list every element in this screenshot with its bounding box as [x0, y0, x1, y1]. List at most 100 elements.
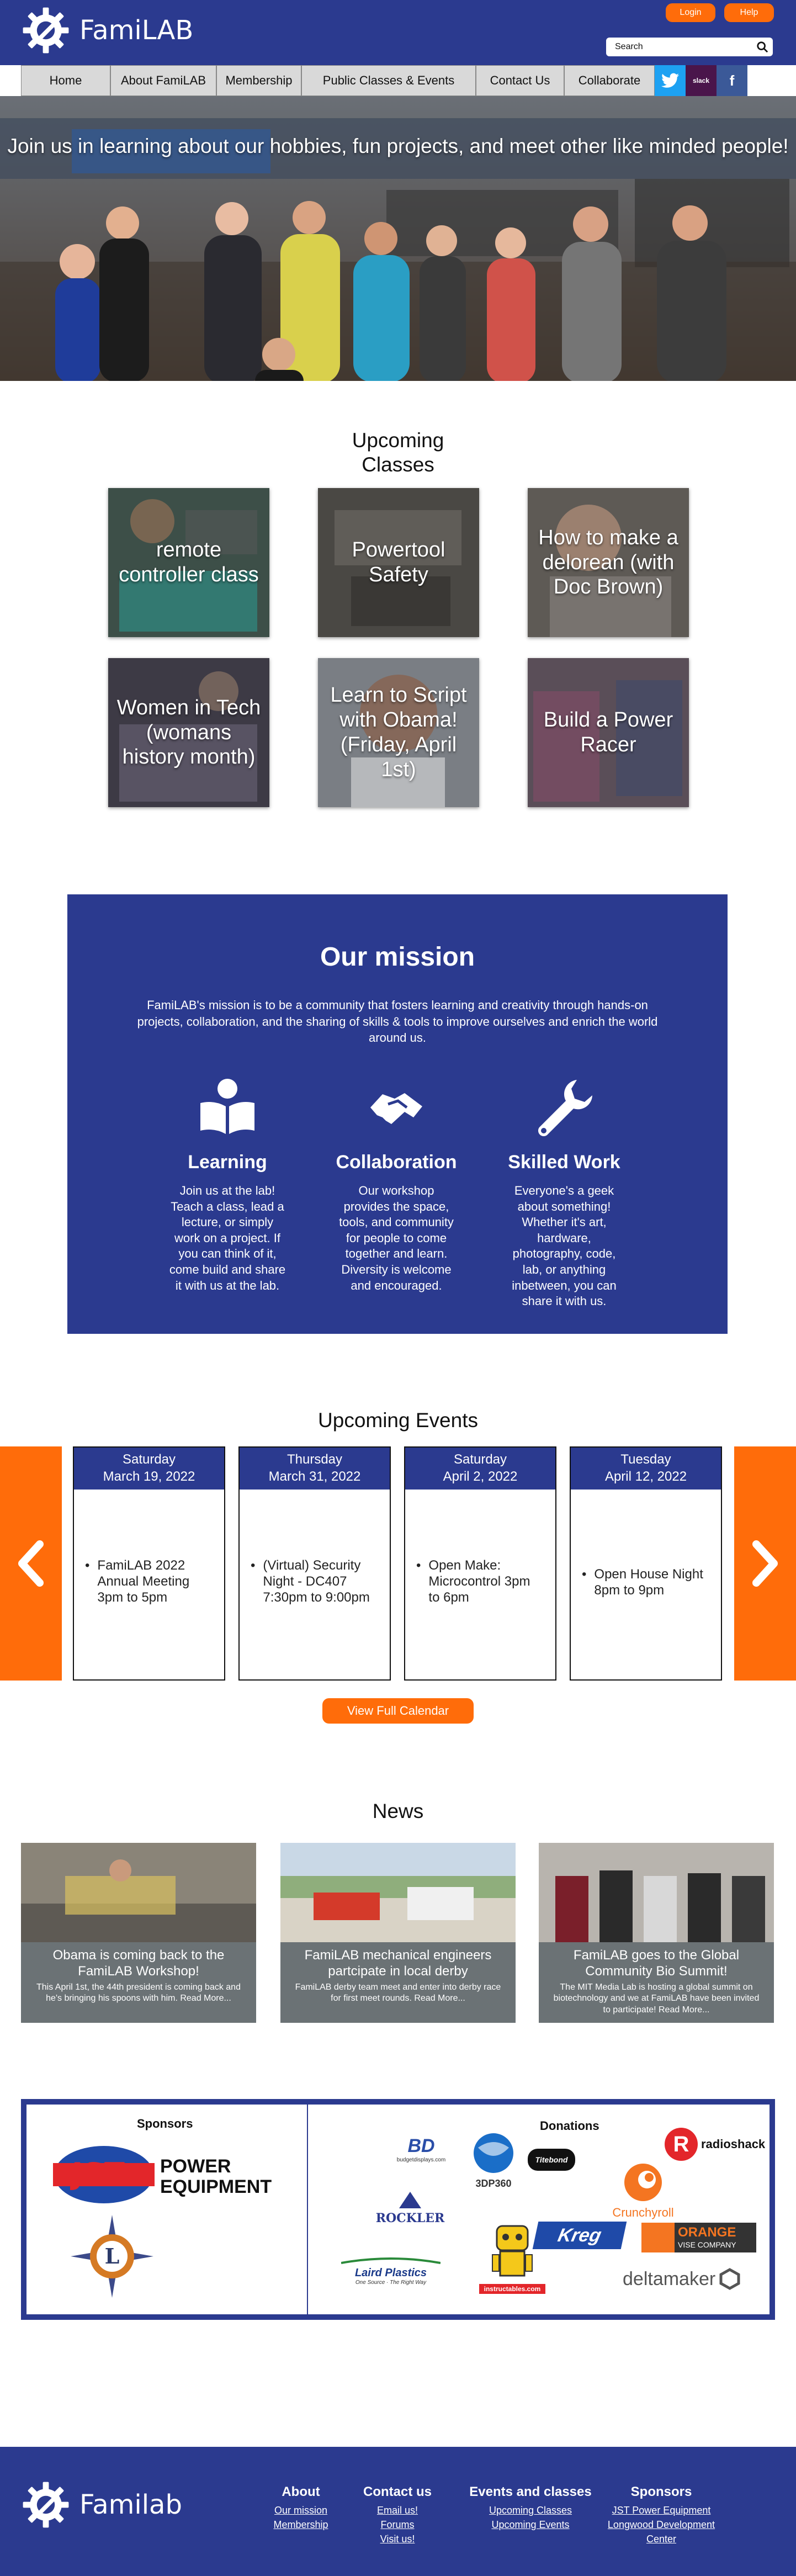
wrench-icon: [538, 1080, 592, 1136]
class-card[interactable]: Women in Tech (womans history month): [108, 658, 269, 807]
footer-link[interactable]: Membership: [270, 2517, 331, 2532]
rockler-icon: [399, 2192, 421, 2208]
event-card[interactable]: Thursday March 31, 2022 • (Virtual) Secur…: [238, 1446, 391, 1681]
3dp360-logo[interactable]: 3DP360: [460, 2131, 527, 2190]
footer-logo[interactable]: Familab: [21, 2480, 182, 2530]
event-text: (Virtual) Security Night - DC407 7:30pm …: [263, 1558, 370, 1605]
event-date: March 31, 2022: [268, 1469, 361, 1485]
footer-link[interactable]: Visit us!: [359, 2532, 436, 2546]
class-title: remote controller class: [119, 538, 259, 586]
deltamaker-text: deltamaker: [623, 2268, 716, 2289]
footer-link[interactable]: Upcoming Events: [468, 2517, 593, 2532]
class-card[interactable]: Build a Power Racer: [528, 658, 689, 807]
book-reader-icon: [200, 1079, 254, 1134]
news-headline: FamiLAB goes to the Global Community Bio…: [573, 1948, 740, 1979]
classes-title-line2: Classes: [362, 453, 434, 476]
event-date: April 2, 2022: [443, 1469, 518, 1485]
instructables-robot-icon: [492, 2225, 533, 2277]
mission-section: Our mission FamiLAB's mission is to be a…: [67, 894, 728, 1334]
class-card[interactable]: How to make a delorean (with Doc Brown): [528, 488, 689, 637]
news-photo: [21, 1843, 256, 1942]
news-summary: This April 1st, the 44th president is co…: [36, 1982, 241, 2003]
hexagon-icon: [719, 2268, 740, 2290]
nav-item-contact[interactable]: Contact Us: [476, 65, 564, 96]
pillar-title: Learning: [188, 1152, 267, 1173]
laird-plastics-logo[interactable]: Laird Plastics One Source · The Right Wa…: [336, 2257, 446, 2286]
bullet: •: [85, 1558, 90, 1573]
jst-power-equipment-logo[interactable]: JST POWER EQUIPMENT: [53, 2144, 285, 2205]
nav-item-about[interactable]: About FamiLAB: [110, 65, 216, 96]
news-card[interactable]: FamiLAB goes to the Global Community Bio…: [539, 1843, 774, 2023]
class-card[interactable]: Learn to Script with Obama! (Friday, Apr…: [318, 658, 479, 807]
nav-item-collaborate[interactable]: Collaborate: [564, 65, 655, 96]
twitter-icon[interactable]: [655, 65, 686, 96]
help-button[interactable]: Help: [724, 3, 774, 22]
globe-icon: [474, 2133, 513, 2173]
slack-icon[interactable]: slack: [686, 65, 717, 96]
handshake-icon: [370, 1093, 422, 1124]
chevron-left-icon: [18, 1540, 44, 1587]
search-icon[interactable]: [756, 41, 768, 53]
class-card[interactable]: remote controller class: [108, 488, 269, 637]
event-date: April 12, 2022: [604, 1469, 687, 1485]
site-logo[interactable]: FamiLAB: [21, 6, 193, 55]
event-date: March 19, 2022: [103, 1469, 195, 1485]
radioshack-text: radioshack: [701, 2137, 766, 2151]
orange-vise-logo[interactable]: ORANGE VISE COMPANY: [641, 2223, 756, 2252]
nav-item-membership[interactable]: Membership: [216, 65, 301, 96]
footer-link[interactable]: Forums: [359, 2517, 436, 2532]
pillar-text: Our workshop provides the space, tools, …: [339, 1184, 454, 1292]
footer-link[interactable]: Email us!: [359, 2503, 436, 2517]
news-headline: Obama is coming back to the FamiLAB Work…: [52, 1948, 225, 1979]
event-card[interactable]: Saturday April 2, 2022 • Open Make: Micro…: [404, 1446, 556, 1681]
nav-item-classes-events[interactable]: Public Classes & Events: [301, 65, 476, 96]
kreg-logo[interactable]: Kreg: [532, 2222, 627, 2249]
login-button[interactable]: Login: [666, 3, 715, 22]
instructables-logo[interactable]: instructables.com: [479, 2220, 545, 2294]
bd-mark: BD: [407, 2135, 435, 2156]
facebook-icon[interactable]: f: [717, 65, 747, 96]
footer-link[interactable]: JST Power Equipment: [606, 2503, 717, 2517]
radioshack-logo[interactable]: R radioshack: [665, 2128, 765, 2161]
event-description: • Open Make: Microcontrol 3pm to 6pm: [416, 1558, 543, 1605]
laird-text: Laird Plastics: [354, 2267, 427, 2279]
pillar-title: Skilled Work: [508, 1152, 620, 1173]
titebond-logo[interactable]: Titebond: [528, 2149, 575, 2171]
crunchyroll-text: Crunchyroll: [612, 2206, 674, 2219]
budgetdisplays-logo[interactable]: BD budgetdisplays.com: [391, 2135, 452, 2163]
event-card[interactable]: Tuesday April 12, 2022 • Open House Night…: [570, 1446, 722, 1681]
event-text: Open Make: Microcontrol 3pm to 6pm: [428, 1558, 530, 1605]
footer-column-title: Events and classes: [469, 2484, 592, 2499]
crunchyroll-logo[interactable]: Crunchyroll: [607, 2162, 679, 2220]
view-calendar-button[interactable]: View Full Calendar: [322, 1698, 474, 1724]
longwood-development-logo[interactable]: L: [71, 2215, 153, 2298]
event-card[interactable]: Saturday March 19, 2022 • FamiLAB 2022 An…: [73, 1446, 225, 1681]
crunchyroll-icon: [624, 2164, 662, 2201]
event-date-header: Saturday April 2, 2022: [405, 1448, 555, 1490]
event-description: • FamiLAB 2022 Annual Meeting 3pm to 5pm: [85, 1558, 212, 1605]
mission-pillar-learning: Learning Join us at the lab! Teach a cla…: [156, 1077, 299, 1294]
event-date-header: Saturday March 19, 2022: [74, 1448, 224, 1490]
footer-link[interactable]: Upcoming Classes: [468, 2503, 593, 2517]
nav-item-home[interactable]: Home: [21, 65, 110, 96]
class-card[interactable]: Powertool Safety: [318, 488, 479, 637]
events-next-button[interactable]: [734, 1446, 796, 1681]
footer-link[interactable]: Longwood Development Center: [606, 2517, 717, 2546]
orange-vise-line1: ORANGE: [678, 2225, 736, 2240]
news-card[interactable]: FamiLAB mechanical engineers partcipate …: [280, 1843, 516, 2023]
deltamaker-logo[interactable]: deltamaker: [623, 2268, 741, 2290]
search-input[interactable]: Search: [606, 38, 773, 56]
mission-pillar-skilled-work: Skilled Work Everyone's a geek about som…: [492, 1077, 636, 1310]
footer-column-about: About Our mission Membership: [270, 2484, 331, 2532]
events-prev-button[interactable]: [0, 1446, 62, 1681]
search-placeholder: Search: [615, 42, 643, 51]
site-header: FamiLAB Login Help Search: [0, 0, 796, 65]
hero-caption: Join us in learning about our hobbies, f…: [7, 135, 789, 157]
donations-title: Donations: [540, 2119, 599, 2133]
news-card[interactable]: Obama is coming back to the FamiLAB Work…: [21, 1843, 256, 2023]
jst-mark: JST: [72, 2156, 125, 2191]
rockler-logo[interactable]: ROCKLER: [369, 2192, 452, 2225]
classes-title: Upcoming Classes: [0, 428, 796, 478]
footer-link[interactable]: Our mission: [270, 2503, 331, 2517]
brand-name: FamiLAB: [79, 15, 194, 46]
